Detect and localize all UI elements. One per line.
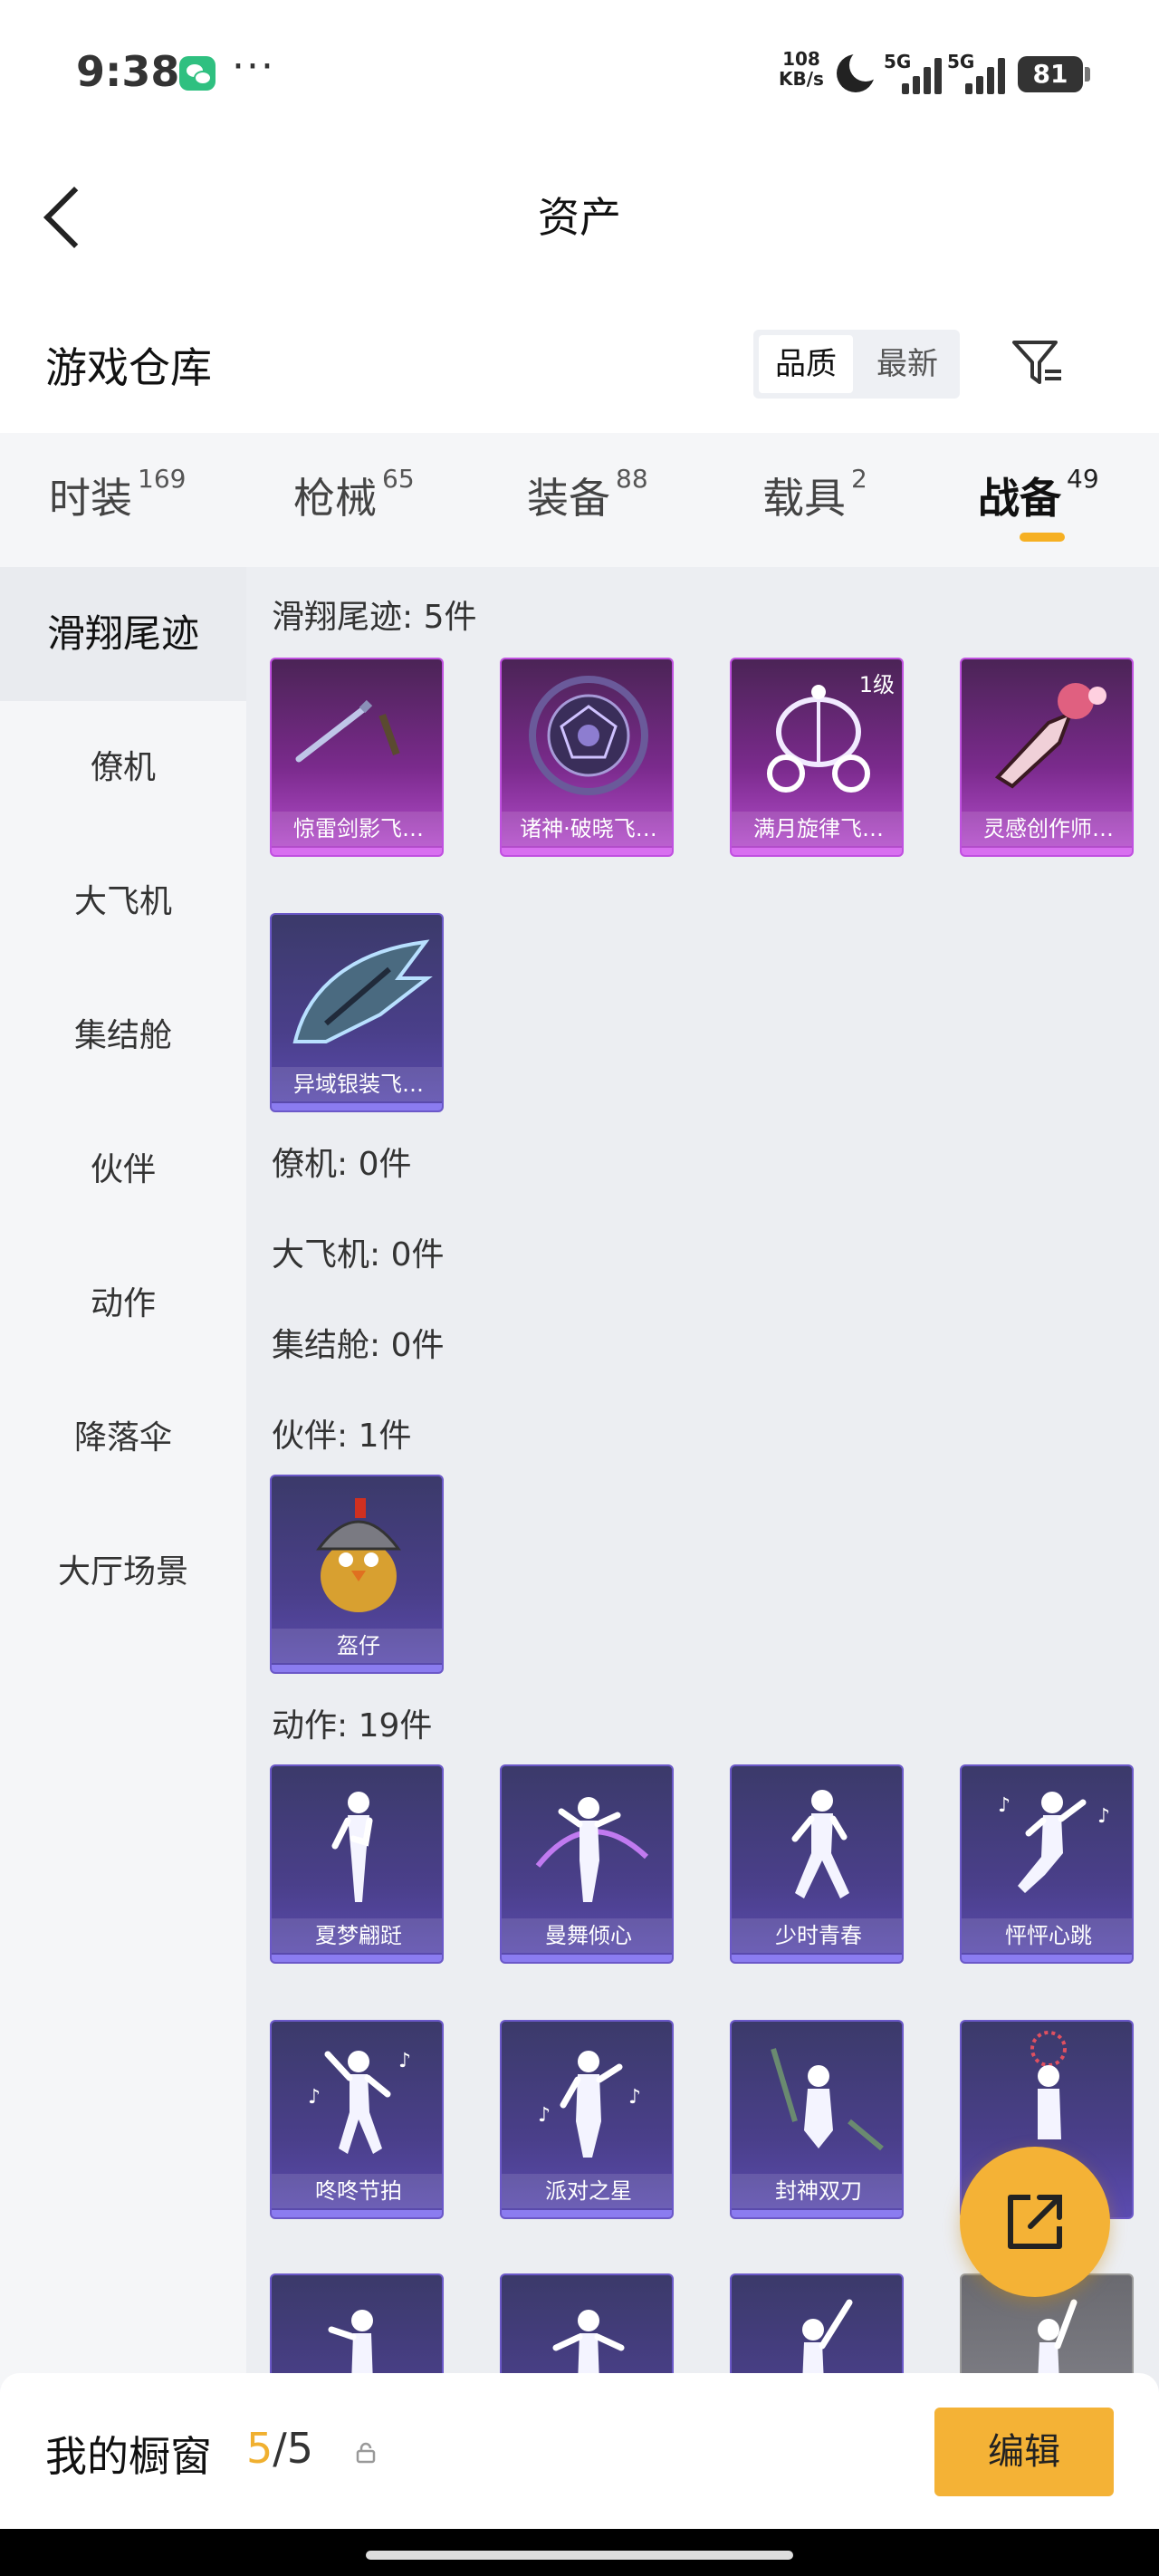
filter-icon[interactable] xyxy=(1011,335,1065,389)
active-tab-indicator xyxy=(1020,533,1065,542)
svg-text:♪: ♪ xyxy=(998,1794,1011,1817)
item-name: 惊雷剑影飞… xyxy=(272,812,442,846)
section-title-wingman: 僚机: 0件 xyxy=(272,1146,412,1183)
lock-icon xyxy=(356,2442,376,2464)
trail-rune-icon xyxy=(529,676,648,795)
emote-figure-icon: ♪♪ xyxy=(308,2050,411,2154)
sidebar-item-pod[interactable]: 集结舱 xyxy=(0,969,246,1103)
system-nav-bar xyxy=(0,2529,1159,2576)
item-name: 派对之星 xyxy=(502,2174,672,2208)
sidebar-item-lobby-scene[interactable]: 大厅场景 xyxy=(0,1505,246,1639)
item-card[interactable]: 盔仔 xyxy=(270,1475,444,1674)
sort-latest-button[interactable]: 最新 xyxy=(860,335,954,393)
item-card[interactable]: 灵感创作师… xyxy=(960,658,1134,857)
emote-figure-icon xyxy=(535,1797,649,1902)
warehouse-header: 游戏仓库 品质 最新 xyxy=(0,290,1159,433)
section-title-plane: 大飞机: 0件 xyxy=(272,1236,445,1274)
more-dots-icon: ··· xyxy=(232,43,275,90)
svg-text:♪: ♪ xyxy=(398,2050,411,2072)
tab-combat-prep[interactable]: 战备 49 xyxy=(978,464,1099,525)
item-name: 夏梦翩跹 xyxy=(272,1918,442,1953)
section-title-pod: 集结舱: 0件 xyxy=(272,1327,445,1364)
item-name: 封神双刀 xyxy=(732,2174,902,2208)
network-speed: 108 KB/s xyxy=(779,48,824,90)
section-title-emote: 动作: 19件 xyxy=(272,1707,433,1745)
page-header: 资产 xyxy=(0,145,1159,290)
item-name: 灵感创作师… xyxy=(962,812,1132,846)
signal-icon: 5G xyxy=(947,51,1005,94)
item-card[interactable]: 少时青春 xyxy=(730,1764,904,1964)
wechat-icon xyxy=(179,56,216,91)
showcase-count: 5/5 xyxy=(246,2424,314,2473)
sidebar-item-partner[interactable]: 伙伴 xyxy=(0,1103,246,1237)
sidebar: 滑翔尾迹 僚机 大飞机 集结舱 伙伴 动作 降落伞 大厅场景 xyxy=(0,567,246,2576)
item-name: 怦怦心跳 xyxy=(962,1918,1132,1953)
emote-figure-icon: ♪♪ xyxy=(538,2051,641,2158)
trail-jester-icon xyxy=(994,683,1106,789)
share-icon xyxy=(1008,2195,1062,2249)
item-name: 少时青春 xyxy=(732,1918,902,1953)
warehouse-title: 游戏仓库 xyxy=(45,343,212,392)
sidebar-item-glide-trail[interactable]: 滑翔尾迹 xyxy=(0,567,246,701)
sidebar-item-parachute[interactable]: 降落伞 xyxy=(0,1371,246,1505)
tab-equipment[interactable]: 装备 88 xyxy=(527,464,648,525)
battery-indicator: 81 xyxy=(1018,56,1090,92)
item-name: 满月旋律飞… xyxy=(732,812,902,846)
emote-figure-icon xyxy=(791,1790,849,1898)
trail-mech-wing-icon xyxy=(292,939,433,1043)
section-title-partner: 伙伴: 1件 xyxy=(272,1418,412,1455)
showcase-bar: 我的橱窗 5/5 编辑 xyxy=(0,2373,1159,2529)
status-time: 9:38 xyxy=(76,47,180,96)
partner-bird-icon xyxy=(316,1498,401,1612)
item-name: 曼舞倾心 xyxy=(502,1918,672,1953)
sidebar-item-emote[interactable]: 动作 xyxy=(0,1237,246,1371)
emote-figure-icon xyxy=(331,1792,373,1902)
item-name: 异域银装飞… xyxy=(272,1067,442,1101)
sort-toggle: 品质 最新 xyxy=(753,330,960,399)
showcase-label: 我的橱窗 xyxy=(45,2432,212,2481)
item-card[interactable]: 1级 满月旋律飞… xyxy=(730,658,904,857)
item-card[interactable]: ♪ ♪ 怦怦心跳 xyxy=(960,1764,1134,1964)
item-card[interactable]: ♪ ♪ 咚咚节拍 xyxy=(270,2020,444,2219)
item-name: 诸神·破晓飞… xyxy=(502,812,672,846)
sort-quality-button[interactable]: 品质 xyxy=(759,335,853,393)
trail-sword-icon xyxy=(295,699,400,763)
category-tabs: 时装 169 枪械 65 装备 88 载具 2 战备 49 xyxy=(0,433,1159,567)
home-indicator[interactable] xyxy=(366,2551,793,2560)
item-card[interactable]: 异域银装飞… xyxy=(270,913,444,1112)
status-bar: 9:38 ··· 108 KB/s 5G 5G 81 xyxy=(0,0,1159,145)
edit-button[interactable]: 编辑 xyxy=(934,2408,1114,2496)
item-name: 咚咚节拍 xyxy=(272,2174,442,2208)
trail-carriage-icon xyxy=(767,685,870,793)
tab-guns[interactable]: 枪械 65 xyxy=(293,464,415,525)
section-title-trail: 滑翔尾迹: 5件 xyxy=(272,599,477,636)
signal-icon: 5G xyxy=(884,51,942,94)
item-card[interactable]: 诸神·破晓飞… xyxy=(500,658,674,857)
svg-text:♪: ♪ xyxy=(1097,1805,1110,1828)
item-card[interactable]: 惊雷剑影飞… xyxy=(270,658,444,857)
item-card[interactable]: 封神双刀 xyxy=(730,2020,904,2219)
svg-text:♪: ♪ xyxy=(308,2086,321,2109)
sidebar-item-wingman[interactable]: 僚机 xyxy=(0,701,246,835)
tab-fashion[interactable]: 时装 169 xyxy=(49,464,186,525)
emote-figure-icon xyxy=(771,2048,884,2151)
item-name: 盔仔 xyxy=(272,1629,442,1663)
item-card[interactable]: 曼舞倾心 xyxy=(500,1764,674,1964)
moon-icon xyxy=(837,49,882,92)
sidebar-item-plane[interactable]: 大飞机 xyxy=(0,835,246,969)
svg-text:♪: ♪ xyxy=(628,2086,641,2109)
item-card[interactable]: ♪ ♪ 派对之星 xyxy=(500,2020,674,2219)
emote-figure-icon: ♪♪ xyxy=(998,1792,1110,1893)
item-card[interactable]: 夏梦翩跹 xyxy=(270,1764,444,1964)
tab-vehicles[interactable]: 载具 2 xyxy=(762,464,867,525)
page-title: 资产 xyxy=(538,193,621,242)
svg-text:♪: ♪ xyxy=(538,2104,551,2127)
share-button[interactable] xyxy=(960,2147,1110,2297)
